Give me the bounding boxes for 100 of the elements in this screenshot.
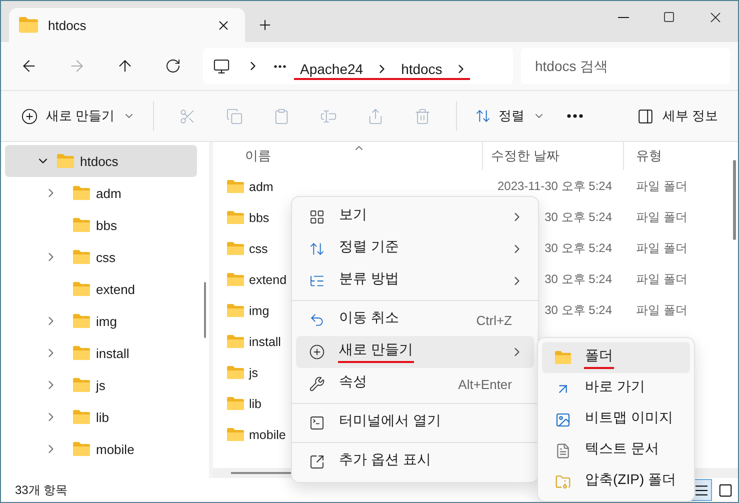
file-name: extend — [249, 272, 287, 286]
text-file-icon — [555, 442, 571, 458]
sidebar-item[interactable]: bbs — [5, 209, 197, 241]
terminal-icon — [309, 415, 325, 431]
menu-item[interactable]: 정렬 기준 — [296, 233, 534, 265]
folder-icon — [73, 250, 90, 264]
ellipsis-icon — [566, 114, 583, 118]
file-name: img — [249, 304, 270, 318]
folder-icon — [227, 428, 244, 442]
rename-icon — [320, 108, 337, 124]
clipboard-icon — [272, 108, 290, 124]
file-name: lib — [249, 396, 262, 410]
scrollbar-thumb[interactable] — [733, 160, 736, 240]
folder-icon — [73, 378, 90, 392]
trash-icon — [414, 108, 431, 124]
folder-icon — [73, 218, 90, 232]
scrollbar-thumb[interactable] — [231, 472, 291, 474]
menu-item[interactable]: 새로 만들기 — [296, 336, 534, 368]
new-button[interactable]: 새로 만들기 — [13, 99, 143, 133]
sidebar-item[interactable]: img — [5, 305, 197, 337]
column-header[interactable]: 수정한 날짜 — [491, 147, 560, 165]
address-bar[interactable]: Apache24 htdocs — [203, 48, 513, 84]
zip-folder-icon — [555, 474, 571, 490]
folder-icon — [73, 282, 90, 296]
menu-item[interactable]: 비트맵 이미지 — [542, 404, 690, 435]
sidebar-item[interactable]: css — [5, 241, 197, 273]
menu-item[interactable]: 압축(ZIP) 폴더 — [542, 466, 690, 497]
menu-item[interactable]: 바로 가기 — [542, 373, 690, 404]
shortcut-text: Alt+Enter — [458, 376, 512, 392]
menu-label: 분류 방법 — [338, 270, 400, 288]
ellipsis-icon — [274, 64, 286, 68]
plus-circle-icon — [309, 344, 325, 360]
type-cell-text: 파일 폴더 — [635, 302, 688, 319]
folder-icon — [227, 242, 244, 256]
sidebar-item[interactable]: lib — [5, 401, 197, 433]
sidebar-item[interactable]: extend — [5, 273, 197, 305]
menu-label: 보기 — [338, 206, 368, 224]
tab[interactable]: htdocs — [9, 8, 245, 42]
minimize-icon — [618, 16, 628, 18]
date-cell-text: 30 오후 5:24 — [544, 271, 613, 288]
copy-icon — [226, 108, 243, 124]
date-cell-text: 30 오후 5:24 — [544, 209, 613, 226]
folder-icon — [227, 366, 244, 380]
menu-item[interactable]: 터미널에서 열기 — [296, 407, 534, 439]
maximize-icon — [663, 11, 675, 23]
external-link-icon — [309, 454, 325, 470]
menu-item[interactable]: 분류 방법 — [296, 265, 534, 297]
sidebar-label: css — [96, 250, 116, 264]
menu-item[interactable]: 속성 Alt+Enter — [296, 368, 534, 400]
folder-icon — [227, 210, 244, 224]
menu-label: 속성 — [338, 373, 368, 391]
type-cell-text: 파일 폴더 — [635, 240, 688, 257]
menu-label: 추가 옵션 표시 — [338, 451, 432, 469]
date-cell-text: 2023-11-30 오후 5:24 — [496, 178, 613, 195]
menu-item[interactable]: 텍스트 문서 — [542, 435, 690, 466]
breadcrumb-link[interactable]: Apache24 — [296, 60, 368, 76]
details-button[interactable]: 세부 정보 — [629, 99, 726, 133]
sidebar-item[interactable]: install — [5, 337, 197, 369]
menu-item[interactable]: 이동 취소 Ctrl+Z — [296, 304, 534, 336]
sidebar-item[interactable]: js — [5, 369, 197, 401]
details-pane-icon — [637, 108, 654, 124]
folder-icon — [227, 304, 244, 318]
type-cell-text: 파일 폴더 — [635, 209, 688, 226]
item-count: 33개 항목 — [15, 482, 69, 498]
sidebar-item[interactable]: adm — [5, 177, 197, 209]
scrollbar-thumb[interactable] — [204, 282, 206, 338]
sidebar-label: mobile — [96, 442, 134, 456]
sort-button[interactable]: 정렬 — [466, 99, 553, 133]
menu-label: 압축(ZIP) 폴더 — [584, 470, 677, 489]
menu-item[interactable]: 보기 — [296, 201, 534, 233]
tab-title: htdocs — [48, 18, 88, 32]
menu-label: 텍스트 문서 — [584, 440, 660, 458]
folder-icon — [73, 314, 90, 328]
menu-item[interactable]: 추가 옵션 표시 — [296, 446, 534, 478]
folder-icon — [57, 154, 74, 168]
file-name: bbs — [249, 210, 270, 224]
menu-label: 비트맵 이미지 — [584, 408, 674, 426]
column-header[interactable]: 이름 — [245, 147, 271, 165]
menu-label: 폴더 — [584, 346, 614, 368]
folder-icon — [227, 334, 244, 348]
date-cell-text: 30 오후 5:24 — [544, 302, 613, 319]
search-field[interactable]: htdocs 검색 — [521, 48, 730, 84]
folder-icon — [73, 442, 90, 456]
share-icon — [366, 108, 384, 124]
sidebar-item[interactable]: mobile — [5, 433, 197, 465]
breadcrumb-link[interactable]: htdocs — [397, 60, 446, 76]
sort-icon — [309, 241, 325, 257]
column-header[interactable]: 유형 — [636, 147, 662, 165]
menu-item[interactable]: 폴더 — [542, 342, 690, 373]
sidebar-label: extend — [96, 282, 136, 296]
file-name: css — [249, 242, 268, 256]
image-file-icon — [555, 412, 571, 428]
sidebar-item[interactable]: htdocs — [5, 145, 197, 177]
menu-label: 이동 취소 — [338, 309, 400, 327]
square-icon — [718, 482, 732, 498]
list-icon — [309, 273, 325, 289]
sidebar-label: js — [96, 378, 106, 392]
sidebar-label: htdocs — [80, 154, 118, 168]
folder-icon — [73, 410, 90, 424]
cut-icon — [178, 108, 196, 124]
